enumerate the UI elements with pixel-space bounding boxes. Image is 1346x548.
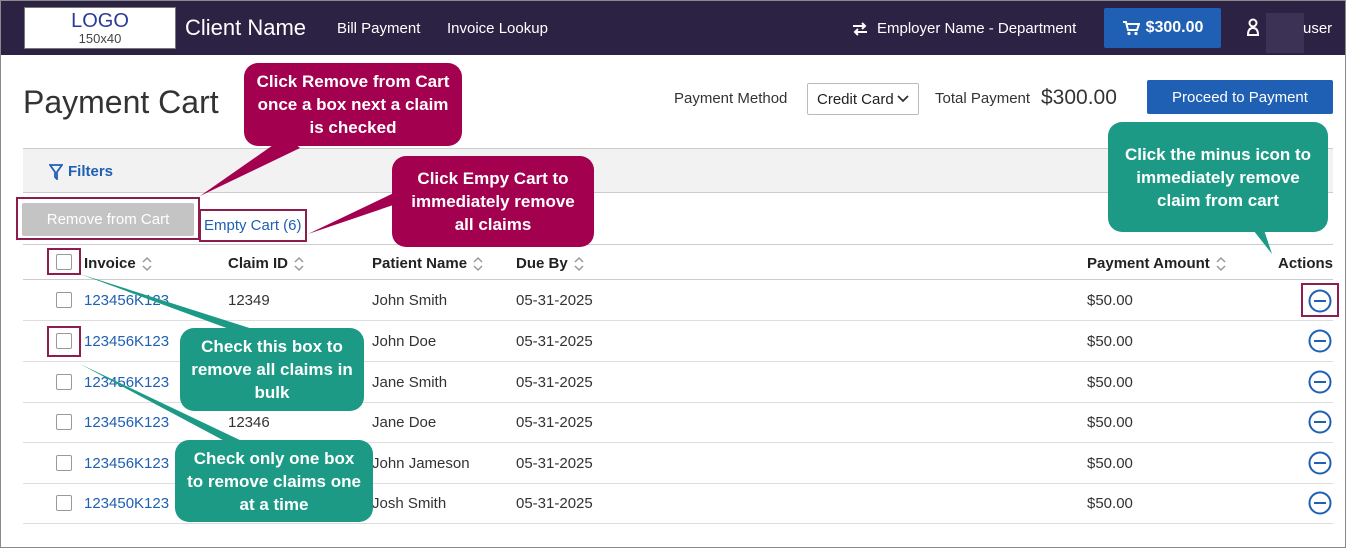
payment-method-select[interactable]: Credit Card bbox=[807, 83, 919, 115]
logo-text: LOGO bbox=[71, 10, 129, 32]
row-checkbox[interactable] bbox=[56, 414, 72, 430]
column-header-due-by[interactable]: Due By bbox=[516, 255, 584, 272]
select-all-highlight bbox=[47, 248, 81, 275]
column-header-claim-id[interactable]: Claim ID bbox=[228, 255, 304, 272]
invoice-link[interactable]: 123456K123 bbox=[84, 333, 169, 350]
single-checkbox-callout: Check only one box to remove claims one … bbox=[175, 440, 373, 522]
client-name: Client Name bbox=[185, 15, 307, 40]
empty-cart-callout: Click Empy Cart to immediately remove al… bbox=[392, 156, 594, 247]
column-header-patient-name[interactable]: Patient Name bbox=[372, 255, 483, 272]
filter-icon bbox=[49, 163, 63, 180]
payment-method-value: Credit Card bbox=[817, 90, 894, 108]
minus-icon-callout: Click the minus icon to immediately remo… bbox=[1108, 122, 1328, 232]
cart-button[interactable]: $300.00 bbox=[1104, 8, 1221, 48]
total-payment-label: Total Payment bbox=[935, 90, 1031, 107]
row-checkbox[interactable] bbox=[56, 374, 72, 390]
payment-amount: $50.00 bbox=[1087, 333, 1133, 350]
column-header-payment-amount[interactable]: Payment Amount bbox=[1087, 255, 1226, 272]
proceed-to-payment-button[interactable]: Proceed to Payment bbox=[1147, 80, 1333, 114]
payment-amount: $50.00 bbox=[1087, 455, 1133, 472]
patient-name: Jane Doe bbox=[372, 414, 437, 431]
minus-circle-icon[interactable] bbox=[1308, 491, 1332, 515]
claim-id: 12346 bbox=[228, 414, 270, 431]
row-checkbox[interactable] bbox=[56, 292, 72, 308]
column-label: Claim ID bbox=[228, 255, 289, 272]
column-label: Invoice bbox=[84, 255, 136, 272]
patient-name: Jane Smith bbox=[372, 374, 448, 391]
invoice-link[interactable]: 123456K123 bbox=[84, 455, 169, 472]
payment-amount: $50.00 bbox=[1087, 374, 1133, 391]
column-header-invoice[interactable]: Invoice bbox=[84, 255, 152, 272]
nav-invoice-lookup[interactable]: Invoice Lookup bbox=[447, 20, 548, 37]
row-checkbox-highlight bbox=[47, 326, 81, 357]
invoice-link[interactable]: 123450K123 bbox=[84, 495, 169, 512]
patient-name: John Doe bbox=[372, 333, 437, 350]
payment-method-label: Payment Method bbox=[674, 90, 788, 107]
column-header-actions: Actions bbox=[1278, 255, 1334, 272]
minus-circle-icon[interactable] bbox=[1308, 370, 1332, 394]
filters-button[interactable]: Filters bbox=[49, 163, 113, 180]
cart-icon bbox=[1122, 21, 1140, 36]
due-date: 05-31-2025 bbox=[516, 495, 593, 512]
patient-name: Josh Smith bbox=[372, 495, 447, 512]
due-date: 05-31-2025 bbox=[516, 374, 593, 391]
cart-total: $300.00 bbox=[1145, 19, 1204, 36]
bulk-checkbox-callout: Check this box to remove all claims in b… bbox=[180, 328, 364, 411]
sort-icon bbox=[1216, 256, 1226, 271]
patient-name: John Smith bbox=[372, 292, 448, 309]
column-label: Due By bbox=[516, 255, 568, 272]
logo-size: 150x40 bbox=[78, 31, 122, 46]
invoice-link[interactable]: 123456K123 bbox=[84, 292, 169, 309]
due-date: 05-31-2025 bbox=[516, 292, 593, 309]
due-date: 05-31-2025 bbox=[516, 455, 593, 472]
user-icon[interactable] bbox=[1246, 18, 1260, 38]
patient-name: John Jameson bbox=[372, 455, 470, 472]
employer-name: Employer Name - Department bbox=[877, 20, 1077, 37]
user-name[interactable]: user bbox=[1303, 20, 1332, 37]
row-checkbox[interactable] bbox=[56, 495, 72, 511]
payment-amount: $50.00 bbox=[1087, 414, 1133, 431]
sort-icon bbox=[473, 256, 483, 271]
filters-label: Filters bbox=[68, 163, 114, 180]
invoice-link[interactable]: 123456K123 bbox=[84, 414, 169, 431]
page-title: Payment Cart bbox=[23, 84, 219, 120]
invoice-link[interactable]: 123456K123 bbox=[84, 374, 169, 391]
payment-amount: $50.00 bbox=[1087, 292, 1133, 309]
nav-bill-payment[interactable]: Bill Payment bbox=[337, 20, 420, 37]
minus-circle-icon[interactable] bbox=[1308, 410, 1332, 434]
column-label: Patient Name bbox=[372, 255, 468, 272]
table-header: Invoice Claim ID Patient Name Due By Pay… bbox=[23, 244, 1333, 280]
payment-amount: $50.00 bbox=[1087, 495, 1133, 512]
empty-cart-link[interactable]: Empty Cart (6) bbox=[204, 217, 302, 234]
remove-callout: Click Remove from Cart once a box next a… bbox=[244, 63, 462, 146]
remove-from-cart-button[interactable]: Remove from Cart bbox=[22, 203, 194, 236]
table-row: 123456K123 12349 John Smith 05-31-2025 $… bbox=[23, 280, 1333, 321]
due-date: 05-31-2025 bbox=[516, 414, 593, 431]
due-date: 05-31-2025 bbox=[516, 333, 593, 350]
sort-icon bbox=[294, 256, 304, 271]
minus-icon-highlight bbox=[1301, 283, 1339, 317]
row-checkbox[interactable] bbox=[56, 455, 72, 471]
total-payment-value: $300.00 bbox=[1041, 86, 1117, 109]
sort-icon bbox=[574, 256, 584, 271]
avatar bbox=[1266, 13, 1304, 53]
minus-circle-icon[interactable] bbox=[1308, 451, 1332, 475]
top-navigation-bar: LOGO 150x40 Client Name Bill Payment Inv… bbox=[1, 1, 1345, 55]
sort-icon bbox=[142, 256, 152, 271]
employer-switcher[interactable]: Employer Name - Department bbox=[851, 20, 1076, 37]
swap-arrows-icon bbox=[853, 21, 867, 36]
logo[interactable]: LOGO 150x40 bbox=[24, 7, 176, 49]
column-label: Payment Amount bbox=[1087, 255, 1210, 272]
minus-circle-icon[interactable] bbox=[1308, 329, 1332, 353]
chevron-down-icon bbox=[897, 95, 909, 103]
claim-id: 12349 bbox=[228, 292, 270, 309]
